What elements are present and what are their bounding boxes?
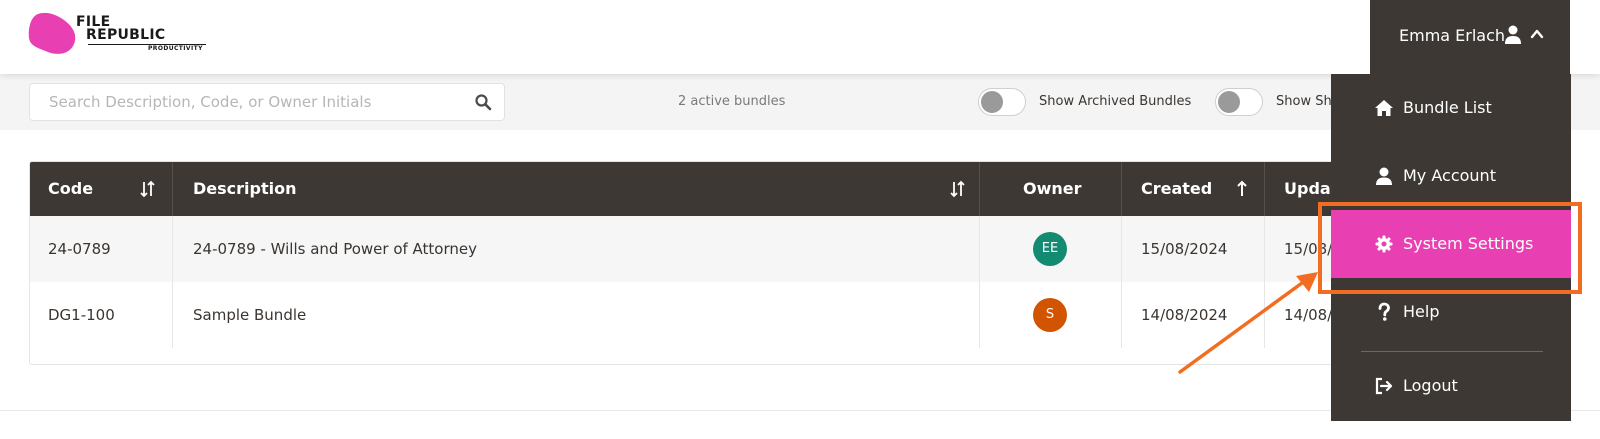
menu-item-system-settings[interactable]: System Settings bbox=[1331, 210, 1571, 278]
active-bundle-count: 2 active bundles bbox=[678, 94, 786, 109]
chevron-up-icon bbox=[1530, 29, 1544, 39]
cell-code: 24-0789 bbox=[48, 240, 111, 258]
sort-icon[interactable] bbox=[140, 180, 156, 198]
menu-item-my-account[interactable]: My Account bbox=[1331, 142, 1571, 210]
menu-item-logout[interactable]: Logout bbox=[1331, 352, 1571, 420]
logout-icon bbox=[1375, 377, 1393, 395]
column-header-code[interactable]: Code bbox=[48, 162, 93, 216]
user-name: Emma Erlach bbox=[1399, 26, 1506, 45]
cell-description: Sample Bundle bbox=[193, 306, 307, 324]
column-header-description[interactable]: Description bbox=[193, 162, 296, 216]
file-republic-logo[interactable]: FILE REPUBLIC PRODUCTIVITY bbox=[28, 12, 206, 56]
owner-avatar: EE bbox=[1033, 232, 1067, 266]
cell-description: 24-0789 - Wills and Power of Attorney bbox=[193, 240, 477, 258]
cell-updated: 14/08/ bbox=[1284, 306, 1333, 324]
cell-updated: 15/08/ bbox=[1284, 240, 1333, 258]
column-divider bbox=[172, 216, 173, 348]
cell-created: 15/08/2024 bbox=[1141, 240, 1228, 258]
shared-toggle[interactable] bbox=[1215, 88, 1263, 116]
user-icon bbox=[1376, 167, 1392, 185]
menu-item-help[interactable]: Help bbox=[1331, 278, 1571, 346]
header-divider bbox=[1121, 162, 1122, 216]
cell-created: 14/08/2024 bbox=[1141, 306, 1228, 324]
menu-item-label: My Account bbox=[1403, 166, 1496, 185]
top-bar: FILE REPUBLIC PRODUCTIVITY bbox=[0, 0, 1600, 74]
table-row[interactable]: 24-0789 24-0789 - Wills and Power of Att… bbox=[30, 216, 1408, 282]
owner-avatar: S bbox=[1033, 298, 1067, 332]
menu-item-label: Help bbox=[1403, 302, 1440, 321]
menu-item-label: System Settings bbox=[1403, 234, 1534, 253]
user-icon bbox=[1505, 25, 1521, 44]
bundle-table: Code Description Owner Created Updat 24-… bbox=[29, 161, 1409, 365]
menu-item-label: Bundle List bbox=[1403, 98, 1492, 117]
logo-mark-icon bbox=[28, 12, 76, 54]
header-divider bbox=[979, 162, 980, 216]
sort-ascending-icon[interactable] bbox=[1234, 180, 1250, 198]
column-divider bbox=[1121, 216, 1122, 348]
logo-tagline: PRODUCTIVITY bbox=[148, 45, 203, 52]
column-header-owner[interactable]: Owner bbox=[1023, 162, 1082, 216]
table-header: Code Description Owner Created Updat bbox=[30, 162, 1408, 216]
question-icon bbox=[1378, 302, 1390, 321]
gear-icon bbox=[1375, 235, 1393, 253]
column-header-created[interactable]: Created bbox=[1141, 162, 1212, 216]
archived-toggle[interactable] bbox=[978, 88, 1026, 116]
cell-code: DG1-100 bbox=[48, 306, 115, 324]
search-box bbox=[29, 83, 505, 121]
header-divider bbox=[1264, 162, 1265, 216]
search-icon[interactable] bbox=[474, 93, 492, 111]
menu-item-label: Logout bbox=[1403, 376, 1458, 395]
user-dropdown-menu: Bundle List My Account System Settings H… bbox=[1331, 74, 1571, 421]
column-divider bbox=[1264, 216, 1265, 348]
toggle-knob bbox=[981, 91, 1003, 113]
logo-text-republic: REPUBLIC bbox=[86, 27, 166, 43]
home-icon bbox=[1375, 100, 1393, 116]
column-divider bbox=[979, 216, 980, 348]
search-input[interactable] bbox=[30, 84, 460, 120]
sort-icon[interactable] bbox=[950, 180, 966, 198]
user-menu-button[interactable]: Emma Erlach bbox=[1370, 0, 1570, 74]
archived-toggle-label: Show Archived Bundles bbox=[1039, 94, 1192, 109]
table-row[interactable]: DG1-100 Sample Bundle S 14/08/2024 14/08… bbox=[30, 282, 1408, 348]
toggle-knob bbox=[1218, 91, 1240, 113]
menu-item-bundle-list[interactable]: Bundle List bbox=[1331, 74, 1571, 142]
header-divider bbox=[172, 162, 173, 216]
shared-toggle-label: Show Sh bbox=[1276, 94, 1332, 109]
